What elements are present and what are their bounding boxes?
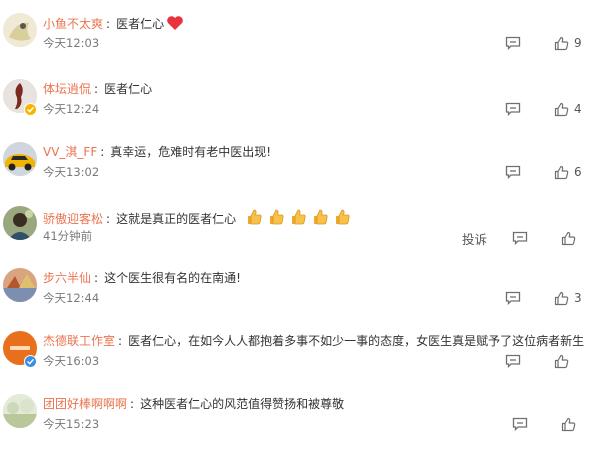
reply-button[interactable] <box>505 101 521 117</box>
thumb-up-icon <box>554 102 569 116</box>
avatar[interactable] <box>3 206 37 240</box>
comment-line: 小鱼不太爽: 医者仁心 <box>43 15 184 35</box>
comment-time: 今天15:23 <box>43 417 100 431</box>
comment-line: VV_淇_FF: 真幸运，危难时有老中医出现! <box>43 144 271 160</box>
comment-bubble-icon <box>505 102 521 116</box>
like-count: 9 <box>574 36 582 50</box>
avatar[interactable] <box>3 268 37 302</box>
reply-button[interactable] <box>505 164 521 180</box>
like-button[interactable] <box>561 230 576 246</box>
report-label: 投诉 <box>462 231 488 247</box>
reply-button[interactable] <box>512 416 528 432</box>
comment-item: 体坛逍侃: 医者仁心 今天12:24 4 <box>0 79 600 142</box>
like-count: 6 <box>574 165 582 179</box>
like-count: 4 <box>574 102 582 116</box>
comment-bubble-icon <box>505 165 521 179</box>
like-button[interactable]: 9 <box>554 35 582 51</box>
reply-button[interactable] <box>505 290 521 306</box>
like-button[interactable]: 6 <box>554 164 582 180</box>
comment-line: 骄傲迎客松: 这就是真正的医者仁心 <box>43 208 351 227</box>
username-link[interactable]: 杰德联工作室 <box>43 334 115 348</box>
like-button[interactable] <box>561 416 576 432</box>
thumb-up-icon <box>554 165 569 179</box>
comment-item: 小鱼不太爽: 医者仁心 今天12:03 9 <box>0 13 600 76</box>
avatar[interactable] <box>3 13 37 47</box>
colon-separator: : <box>106 212 111 226</box>
comment-text: 真幸运，危难时有老中医出现! <box>110 145 272 159</box>
comment-time: 今天13:02 <box>43 165 100 179</box>
comment-item: 步六半仙: 这个医生很有名的在南通! 今天12:44 3 <box>0 268 600 331</box>
comment-text: 医者仁心 <box>104 82 153 96</box>
verified-badge-icon <box>24 355 37 368</box>
comment-time: 今天16:03 <box>43 354 100 368</box>
comment-line: 步六半仙: 这个医生很有名的在南通! <box>43 270 241 286</box>
comment-time: 今天12:24 <box>43 102 100 116</box>
thumb-up-icon <box>561 231 576 245</box>
comment-time: 41分钟前 <box>43 229 93 243</box>
username-link[interactable]: 团团好棒啊啊啊 <box>43 397 127 411</box>
comment-line: 体坛逍侃: 医者仁心 <box>43 81 152 97</box>
avatar[interactable] <box>3 142 37 176</box>
colon-separator: : <box>94 82 99 96</box>
comment-text: 这个医生很有名的在南通! <box>104 271 241 285</box>
comment-text: 医者仁心 <box>116 17 165 31</box>
report-button[interactable]: 投诉 <box>462 230 488 247</box>
comment-time: 今天12:03 <box>43 36 100 50</box>
username-link[interactable]: VV_淇_FF <box>43 145 97 159</box>
heart-emoji <box>166 15 184 35</box>
reply-button[interactable] <box>505 35 521 51</box>
thumb-up-icon <box>554 36 569 50</box>
comment-time: 今天12:44 <box>43 291 100 305</box>
comment-bubble-icon <box>512 231 528 245</box>
avatar[interactable] <box>3 394 37 428</box>
comment-item: 骄傲迎客松: 这就是真正的医者仁心 41分钟前 投诉 <box>0 206 600 269</box>
comment-line: 团团好棒啊啊啊: 这种医者仁心的风范值得赞扬和被尊敬 <box>43 396 344 412</box>
thumbs-up-emoji <box>239 209 351 226</box>
like-count: 3 <box>574 291 582 305</box>
comment-bubble-icon <box>505 36 521 50</box>
comment-line: 杰德联工作室: 医者仁心，在如今人人都抱着多事不如少一事的态度，女医生真是赋予了这… <box>43 333 584 349</box>
thumb-up-icon <box>561 417 576 431</box>
like-button[interactable]: 4 <box>554 101 582 117</box>
comment-bubble-icon <box>512 417 528 431</box>
comment-item: VV_淇_FF: 真幸运，危难时有老中医出现! 今天13:02 6 <box>0 142 600 205</box>
like-button[interactable]: 3 <box>554 290 582 306</box>
colon-separator: : <box>130 397 135 411</box>
comment-bubble-icon <box>505 291 521 305</box>
thumb-up-icon <box>554 354 569 368</box>
username-link[interactable]: 体坛逍侃 <box>43 82 91 96</box>
like-button[interactable] <box>554 353 569 369</box>
colon-separator: : <box>118 334 123 348</box>
reply-button[interactable] <box>505 353 521 369</box>
username-link[interactable]: 小鱼不太爽 <box>43 17 103 31</box>
thumb-up-icon <box>554 291 569 305</box>
colon-separator: : <box>106 17 111 31</box>
colon-separator: : <box>94 271 99 285</box>
username-link[interactable]: 步六半仙 <box>43 271 91 285</box>
comment-text: 这种医者仁心的风范值得赞扬和被尊敬 <box>140 397 345 411</box>
username-link[interactable]: 骄傲迎客松 <box>43 212 103 226</box>
comment-bubble-icon <box>505 354 521 368</box>
comment-item: 杰德联工作室: 医者仁心，在如今人人都抱着多事不如少一事的态度，女医生真是赋予了这… <box>0 331 600 394</box>
colon-separator: : <box>100 145 105 159</box>
comment-item: 团团好棒啊啊啊: 这种医者仁心的风范值得赞扬和被尊敬 今天15:23 <box>0 394 600 457</box>
comment-text: 医者仁心，在如今人人都抱着多事不如少一事的态度，女医生真是赋予了这位病者新生 <box>128 334 585 348</box>
reply-button[interactable] <box>512 230 528 246</box>
verified-badge-icon <box>24 103 37 116</box>
comment-text: 这就是真正的医者仁心 <box>116 212 237 226</box>
